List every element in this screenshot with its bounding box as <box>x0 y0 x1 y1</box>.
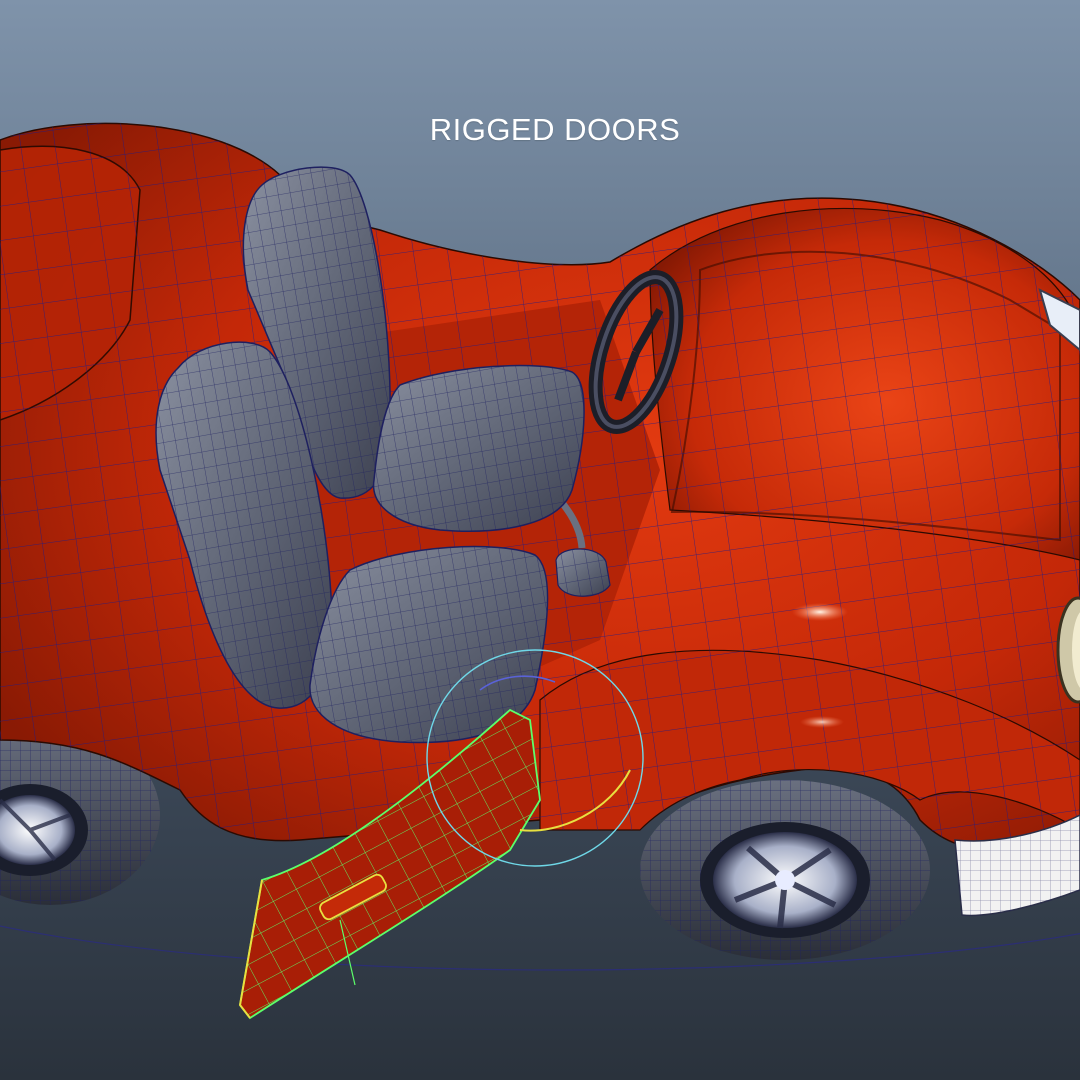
viewport-caption: RIGGED DOORS <box>429 112 681 147</box>
seat-cushion-left[interactable] <box>372 364 585 532</box>
3d-viewport[interactable]: RIGGED DOORS <box>0 0 1080 1080</box>
front-wheel[interactable] <box>640 780 930 960</box>
car-model-render[interactable] <box>0 0 1080 1080</box>
hood-specular-highlight <box>792 603 848 621</box>
